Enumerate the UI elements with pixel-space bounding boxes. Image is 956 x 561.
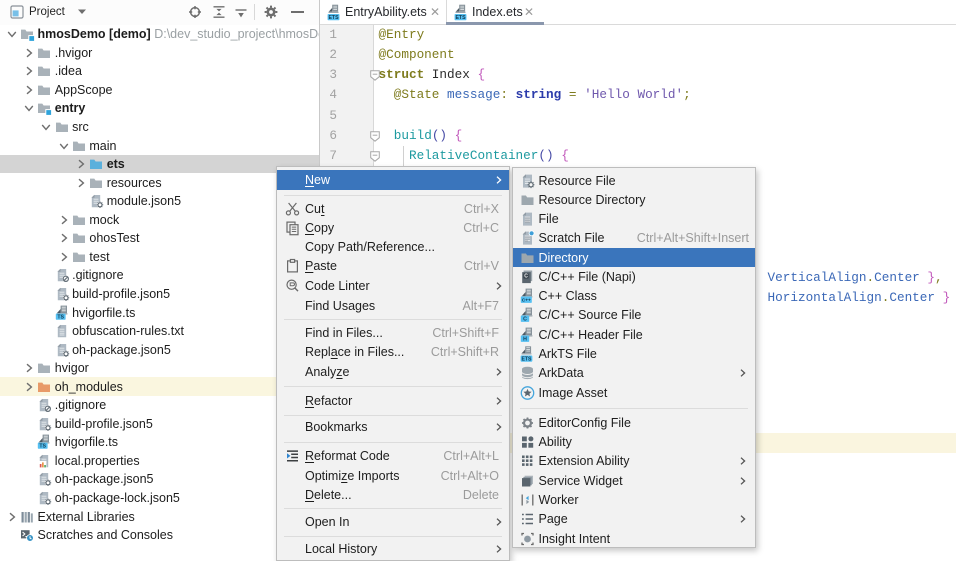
svg-text:C++: C++ [522, 298, 531, 304]
svg-text:C: C [524, 273, 528, 279]
svg-text:H: H [523, 336, 527, 342]
svg-text:C: C [523, 317, 527, 323]
svg-text:TS: TS [57, 314, 64, 320]
svg-text:TS: TS [40, 444, 47, 450]
